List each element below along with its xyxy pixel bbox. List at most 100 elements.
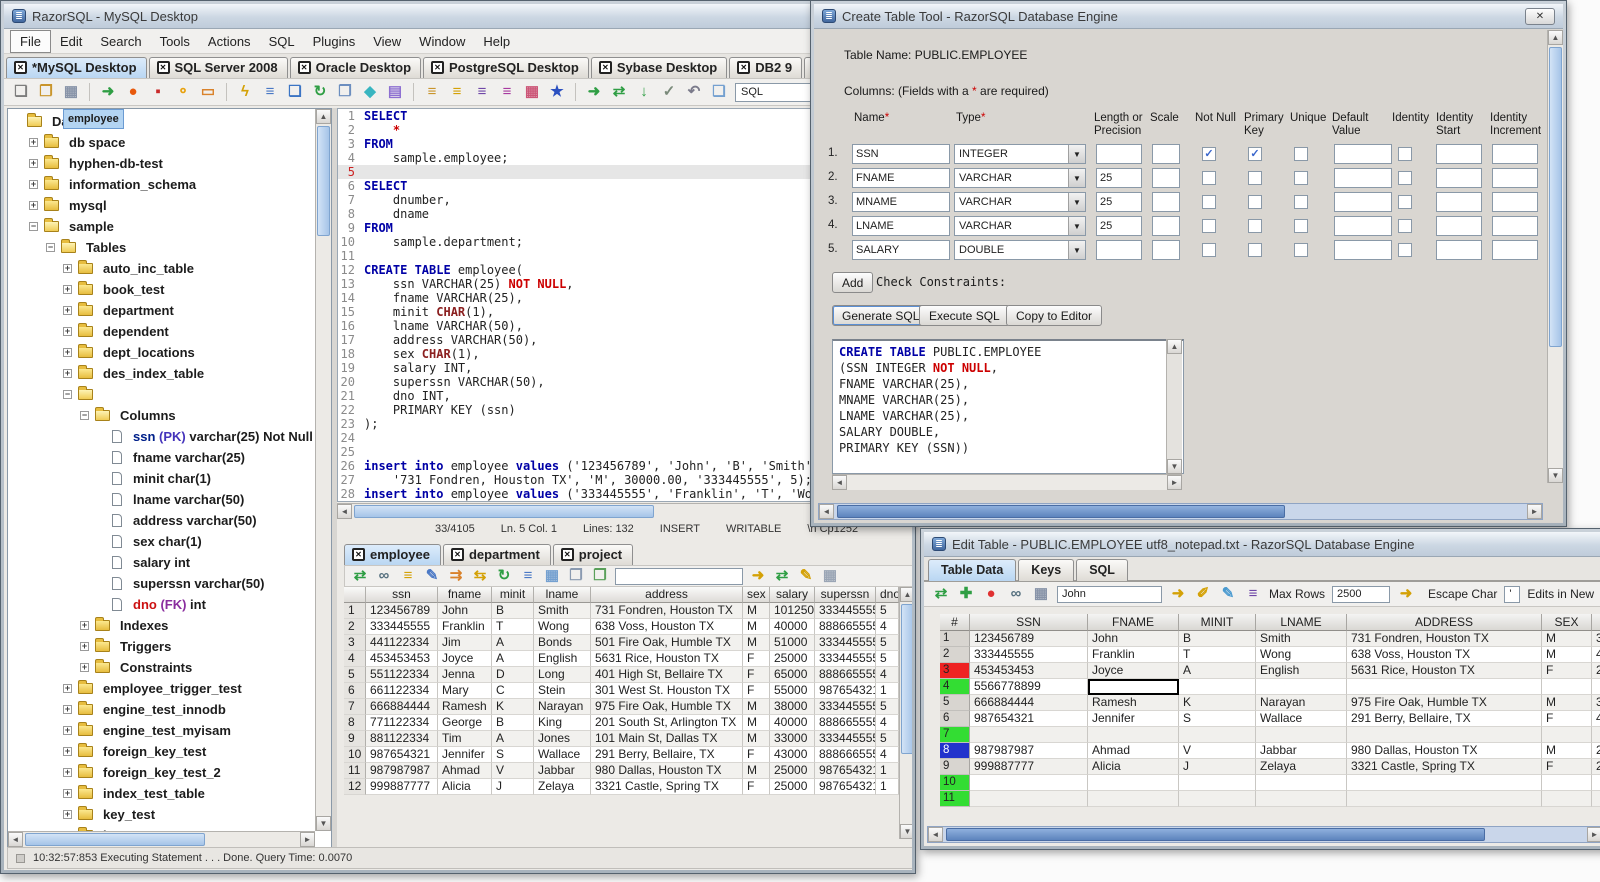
cell[interactable]: Wallace	[534, 747, 591, 763]
expand-icon[interactable]: +	[63, 726, 72, 735]
cell[interactable]: F	[743, 779, 770, 795]
expand-icon[interactable]: +	[29, 159, 38, 168]
table-row[interactable]: 10 987654321 Jennifer S Wallace 291 Berry, Be…	[344, 747, 899, 763]
sql-vertical-scrollbar[interactable]: ▲ ▼	[1166, 339, 1182, 474]
cell[interactable]: 1	[876, 779, 899, 795]
cell[interactable]: Alicia	[1088, 759, 1179, 775]
column-name-input[interactable]: SALARY	[852, 240, 950, 260]
close-tab-icon[interactable]	[431, 61, 445, 74]
identity-start-input[interactable]	[1436, 144, 1482, 164]
not-null-checkbox[interactable]: ✓	[1202, 147, 1216, 161]
list-icon[interactable]: ≡	[519, 567, 537, 585]
table-row[interactable]: 8 771122334 George B King 201 South St, Arlin…	[344, 715, 899, 731]
tree-item[interactable]: − Columns	[8, 405, 315, 426]
cell[interactable]: 5631 Rice, Houston TX	[1347, 663, 1542, 679]
expand-icon[interactable]: +	[63, 705, 72, 714]
cell[interactable]: 2	[1592, 663, 1600, 679]
cell[interactable]: Mary	[438, 683, 492, 699]
row-number[interactable]: 2	[940, 647, 970, 663]
new-editor-icon[interactable]: ❏	[710, 83, 728, 101]
column-header[interactable]: SSN	[970, 614, 1088, 631]
cell[interactable]: 975 Fire Oak, Humble TX	[1347, 695, 1542, 711]
cell[interactable]: 333445555	[815, 635, 876, 651]
expand-icon[interactable]: +	[80, 642, 89, 651]
cell[interactable]: 301 West St. Houston TX	[591, 683, 743, 699]
cell[interactable]: M	[743, 731, 770, 747]
transform-icon[interactable]: ⇉	[447, 567, 465, 585]
tree-item[interactable]: address varchar(50)	[8, 510, 315, 531]
tree-item[interactable]: + foreign_key_test	[8, 741, 315, 762]
cell[interactable]: M	[743, 619, 770, 635]
not-null-checkbox[interactable]	[1202, 171, 1216, 185]
add-connection-icon[interactable]: ●	[124, 83, 142, 101]
tab-table-data[interactable]: Table Data	[928, 559, 1017, 581]
binoculars-icon[interactable]: ∞	[375, 567, 393, 585]
results-tab[interactable]: department	[442, 544, 551, 565]
scroll-right-icon[interactable]: ►	[300, 832, 315, 847]
binoculars-icon[interactable]: ∞	[1007, 585, 1025, 603]
menu-search[interactable]: Search	[91, 31, 150, 52]
save-icon[interactable]: ▦	[62, 83, 80, 101]
connect-icon[interactable]: ➜	[99, 83, 117, 101]
primary-key-checkbox[interactable]	[1248, 219, 1262, 233]
copy-icon[interactable]: ❐	[336, 83, 354, 101]
main-title-bar[interactable]: RazorSQL - MySQL Desktop	[4, 4, 912, 29]
table-key-icon[interactable]: ▦	[523, 83, 541, 101]
cell[interactable]: Bonds	[534, 635, 591, 651]
column-header[interactable]: superssn	[815, 587, 876, 603]
chevron-down-icon[interactable]: ▼	[1068, 241, 1085, 259]
cell[interactable]	[1592, 791, 1600, 807]
tree-item[interactable]: + engine_test_myisam	[8, 720, 315, 741]
tree-item[interactable]: dno (FK) int	[8, 594, 315, 615]
table-row[interactable]: 1 123456789 John B Smith 731 Fondren, Houston…	[344, 603, 899, 619]
menu-file[interactable]: File	[10, 29, 51, 53]
cell[interactable]: Zelaya	[534, 779, 591, 795]
edit-horizontal-scrollbar[interactable]: ◄ ►	[927, 826, 1600, 843]
tree-item[interactable]: + book_test	[8, 279, 315, 300]
tree-item[interactable]: + department	[8, 300, 315, 321]
cell[interactable]: 5	[876, 651, 899, 667]
scale-input[interactable]	[1152, 240, 1180, 260]
cell[interactable]: 666884444	[366, 699, 438, 715]
cell[interactable]: 987654321	[815, 763, 876, 779]
cell[interactable]: 501 Fire Oak, Humble TX	[591, 635, 743, 651]
cell[interactable]: 987654321	[815, 683, 876, 699]
tree-item[interactable]: + hyphen-db-test	[8, 153, 315, 174]
collapse-icon[interactable]: −	[29, 222, 38, 231]
tree-item[interactable]: + mysql	[8, 195, 315, 216]
tree-item[interactable]: + dept_locations	[8, 342, 315, 363]
cell[interactable]: 888665555	[815, 715, 876, 731]
column-header[interactable]: FNAME	[1088, 614, 1179, 631]
tree-item[interactable]: + Triggers	[8, 636, 315, 657]
cell[interactable]: 987654321	[366, 747, 438, 763]
scroll-down-icon[interactable]: ▼	[1167, 459, 1182, 474]
delete-row-icon[interactable]: ●	[982, 585, 1000, 603]
expand-icon[interactable]: +	[63, 684, 72, 693]
cell[interactable]: 33000	[770, 731, 815, 747]
scroll-left-icon[interactable]: ◄	[832, 475, 847, 490]
scroll-up-icon[interactable]: ▲	[1167, 339, 1182, 354]
cell[interactable]: 980 Dallas, Houston TX	[1347, 743, 1542, 759]
cell[interactable]: Joyce	[438, 651, 492, 667]
cell[interactable]: D	[492, 667, 534, 683]
close-tab-icon[interactable]	[297, 61, 311, 74]
close-tab-icon[interactable]	[598, 61, 612, 74]
table-row[interactable]: 12 999887777 Alicia J Zelaya 3321 Castle, Spr…	[344, 779, 899, 795]
table-row[interactable]: 7 666884444 Ramesh K Narayan 975 Fire Oak, Hu…	[344, 699, 899, 715]
rollback-icon[interactable]: ↶	[685, 83, 703, 101]
table-row[interactable]: 4 5566778899	[940, 679, 1600, 695]
column-header[interactable]: salary	[770, 587, 815, 603]
tree-item[interactable]: − Tables	[8, 237, 315, 258]
cell[interactable]: S	[1179, 711, 1256, 727]
cell[interactable]	[1179, 791, 1256, 807]
cell[interactable]: 4	[876, 747, 899, 763]
cell[interactable]: 4	[876, 715, 899, 731]
save-grid-icon[interactable]: ▦	[821, 567, 839, 585]
selected-cell[interactable]	[1088, 679, 1179, 695]
connection-tab[interactable]: *MySQL Desktop	[6, 57, 147, 78]
cell[interactable]: Ramesh	[438, 699, 492, 715]
results-tab[interactable]: employee	[344, 544, 441, 565]
cell[interactable]: Stein	[534, 683, 591, 699]
expand-icon[interactable]: +	[63, 264, 72, 273]
cell[interactable]: M	[1542, 695, 1592, 711]
